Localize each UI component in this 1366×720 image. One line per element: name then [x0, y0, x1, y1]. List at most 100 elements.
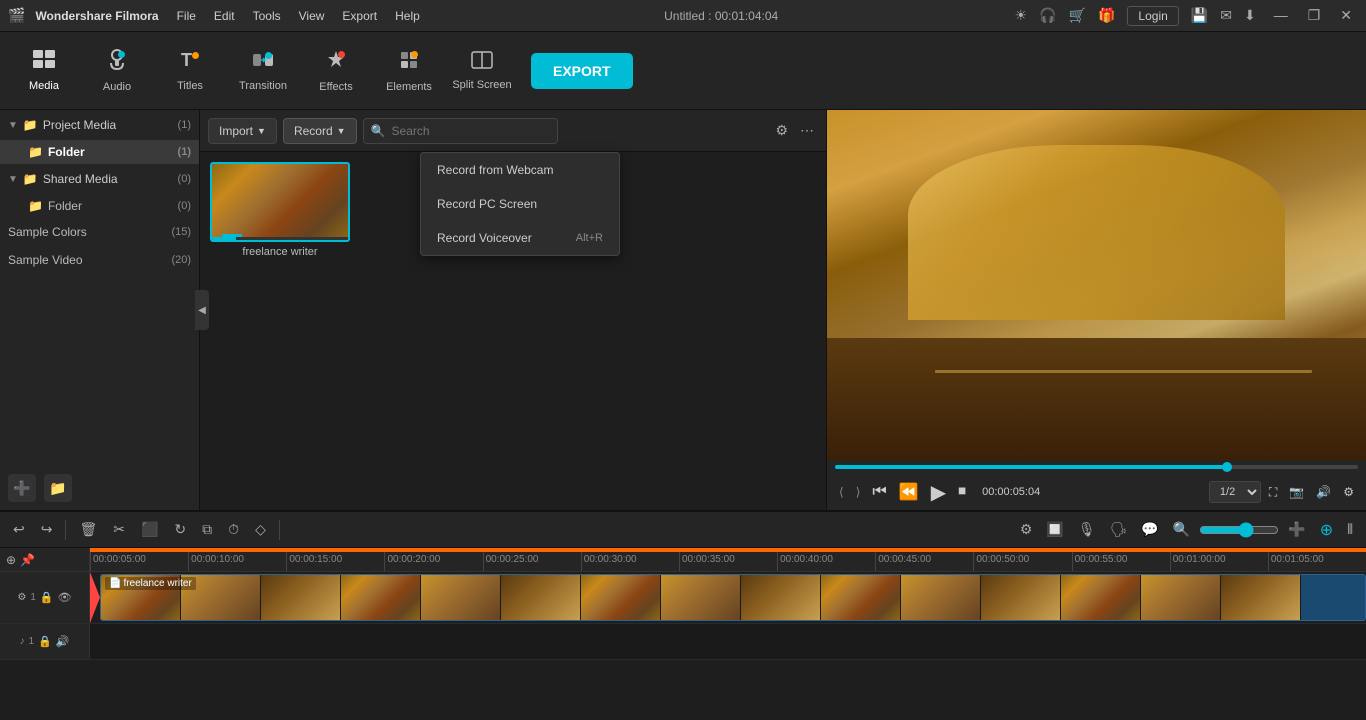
copy-button[interactable]: ⧉ [197, 518, 217, 541]
clip-label: 📄 freelance writer [105, 577, 196, 590]
audio-track-mute-button[interactable]: 🔊 [56, 635, 70, 648]
frame-back-button[interactable]: ⏪ [895, 478, 923, 506]
record-timeline-button[interactable]: 🎙 [1073, 518, 1101, 541]
sample-video-item[interactable]: Sample Video (20) [0, 246, 199, 274]
add-mark-button[interactable]: ⊕ [6, 553, 16, 567]
filter-button[interactable]: ⚙ [771, 118, 792, 143]
voiceover-button[interactable]: 🗣 [1105, 518, 1133, 541]
record-voiceover-item[interactable]: Record Voiceover Alt+R [421, 221, 619, 255]
new-folder-button[interactable]: 📁 [44, 474, 72, 502]
preview-frame [827, 110, 1366, 460]
timeline-body: ⊕ 📌 00:00:05:00 00:00:10:00 00:00:15:00 … [0, 548, 1366, 720]
settings-preview-button[interactable]: ⚙ [1339, 481, 1358, 503]
gift-icon[interactable]: 🎁 [1098, 7, 1115, 24]
menu-tools[interactable]: Tools [245, 5, 289, 27]
project-media-header[interactable]: ▼ 📁 Project Media (1) [0, 110, 199, 140]
project-media-arrow: ▼ [8, 120, 18, 131]
subtitle-button[interactable]: 💬 [1136, 518, 1163, 541]
export-button[interactable]: EXPORT [531, 53, 633, 89]
view-options-button[interactable]: ⋯ [796, 118, 818, 143]
timeline-tracks: ⚙ 1 🔒 👁 📄 freelance writer [0, 572, 1366, 720]
cut-button[interactable]: ✂ [108, 518, 130, 541]
record-screen-item[interactable]: Record PC Screen [421, 187, 619, 221]
menu-bar: File Edit Tools View Export Help [169, 5, 428, 27]
record-voiceover-shortcut: Alt+R [576, 232, 603, 244]
playhead-triangle [90, 572, 100, 623]
pin-button[interactable]: 📌 [20, 553, 35, 567]
mark-in-icon[interactable]: ⟨ [835, 483, 848, 501]
undo-button[interactable]: ↩ [8, 518, 30, 541]
record-webcam-item[interactable]: Record from Webcam [421, 153, 619, 187]
window-title: Untitled : 00:01:04:04 [664, 9, 778, 23]
toolbar-elements[interactable]: Elements [375, 37, 443, 105]
toolbar-titles[interactable]: T Titles [156, 37, 224, 105]
quality-select[interactable]: 1/4 1/2 Full [1209, 481, 1261, 503]
delete-button[interactable]: 🗑 [74, 518, 102, 541]
snapshot-button[interactable]: 📷 [1285, 481, 1308, 503]
media-filter-icons: ⚙ ⋯ [771, 118, 818, 143]
shared-media-folder-item[interactable]: 📁 Folder (0) [0, 194, 199, 218]
brightness-icon[interactable]: ☀ [1015, 7, 1028, 24]
download-icon[interactable]: ⬇ [1244, 7, 1256, 24]
mark-out-icon[interactable]: ⟩ [852, 483, 865, 501]
import-button[interactable]: Import ▼ [208, 118, 277, 144]
project-media-name: Project Media [43, 118, 173, 132]
menu-export[interactable]: Export [334, 5, 385, 27]
shared-media-header[interactable]: ▼ 📁 Shared Media (0) [0, 164, 199, 194]
keyframe-button[interactable]: ◇ [250, 518, 271, 541]
timeline-ruler: ⊕ 📌 00:00:05:00 00:00:10:00 00:00:15:00 … [0, 548, 1366, 572]
preview-progress-fill [835, 465, 1227, 469]
snap-button[interactable]: 🔲 [1041, 518, 1068, 541]
toolbar-audio[interactable]: Audio [83, 37, 151, 105]
shop-icon[interactable]: 🛒 [1069, 7, 1086, 24]
add-folder-button[interactable]: ➕ [8, 474, 36, 502]
maximize-button[interactable]: ❐ [1302, 5, 1327, 26]
audio-track-label: 1 [29, 636, 35, 647]
menu-help[interactable]: Help [387, 5, 428, 27]
media-item-freelance-writer[interactable]: freelance writer [210, 162, 350, 258]
audio-label: Audio [103, 81, 131, 93]
toolbar-media[interactable]: Media [10, 37, 78, 105]
toolbar-transition[interactable]: Transition [229, 37, 297, 105]
login-button[interactable]: Login [1127, 6, 1178, 26]
video-clip[interactable]: 📄 freelance writer [100, 574, 1366, 621]
speed-button[interactable]: ⏱ [223, 518, 244, 541]
fullscreen-preview-button[interactable]: ⛶ [1265, 481, 1281, 504]
collapse-timeline-button[interactable]: ⫴ [1342, 518, 1358, 541]
collapse-panel-button[interactable]: ◀ [195, 290, 209, 330]
video-track-settings-button[interactable]: ⚙ [17, 592, 26, 603]
video-track-eye-button[interactable]: 👁 [58, 591, 72, 604]
video-track-row: ⚙ 1 🔒 👁 📄 freelance writer [0, 572, 1366, 624]
play-button[interactable]: ▶ [927, 476, 950, 509]
headset-icon[interactable]: 🎧 [1039, 7, 1056, 24]
menu-file[interactable]: File [169, 5, 204, 27]
record-button[interactable]: Record ▼ [283, 118, 357, 144]
zoom-in-button[interactable]: ➕ [1283, 518, 1310, 541]
close-button[interactable]: ✕ [1334, 5, 1358, 26]
toolbar-splitscreen[interactable]: Split Screen [448, 37, 516, 105]
audio-track-lock-button[interactable]: 🔒 [38, 635, 52, 648]
minimize-button[interactable]: — [1268, 5, 1294, 26]
search-input[interactable] [363, 118, 558, 144]
project-media-folder-item[interactable]: 📁 Folder (1) [0, 140, 199, 164]
menu-view[interactable]: View [291, 5, 333, 27]
preview-seekbar[interactable] [835, 465, 1358, 469]
menu-edit[interactable]: Edit [206, 5, 243, 27]
volume-button[interactable]: 🔊 [1312, 481, 1335, 503]
step-backward-button[interactable]: ⏮ [868, 479, 890, 505]
save-icon[interactable]: 💾 [1191, 7, 1208, 24]
thumb-progress-bar [212, 237, 348, 240]
toolbar-effects[interactable]: Effects [302, 37, 370, 105]
zoom-slider[interactable] [1199, 522, 1279, 538]
message-icon[interactable]: ✉ [1220, 7, 1232, 24]
zoom-out-button[interactable]: 🔍 [1168, 518, 1195, 541]
rotate-button[interactable]: ↻ [169, 518, 191, 541]
sample-colors-item[interactable]: Sample Colors (15) [0, 218, 199, 246]
search-wrapper: 🔍 [363, 118, 766, 144]
video-track-lock-button[interactable]: 🔒 [40, 591, 54, 604]
stop-button[interactable]: ⏹ [954, 479, 970, 505]
crop-button[interactable]: ⬛ [136, 518, 163, 541]
settings-timeline-button[interactable]: ⚙ [1015, 518, 1038, 541]
add-track-button[interactable]: ⊕ [1315, 517, 1338, 543]
redo-button[interactable]: ↪ [36, 518, 58, 541]
